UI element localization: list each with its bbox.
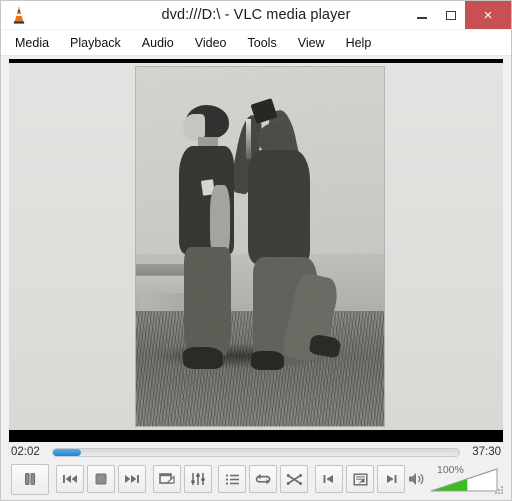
video-container xyxy=(1,56,511,442)
photo-pour-stream xyxy=(246,119,252,159)
menu-item-audio[interactable]: Audio xyxy=(142,34,185,52)
video-photograph xyxy=(136,67,384,426)
volume-percent-label: 100% xyxy=(437,464,464,476)
photo-soldier-right-torso xyxy=(247,149,310,265)
next-icon xyxy=(124,473,140,485)
volume-control[interactable]: 100% xyxy=(408,464,503,494)
next-button[interactable] xyxy=(117,465,146,493)
seek-progress-fill xyxy=(53,448,82,456)
menu-item-media[interactable]: Media xyxy=(15,34,60,52)
menu-navigation-button[interactable] xyxy=(346,465,374,493)
random-button[interactable] xyxy=(280,465,309,493)
total-time: 37:30 xyxy=(472,446,501,458)
stop-button[interactable] xyxy=(86,465,115,493)
fullscreen-icon xyxy=(158,472,175,486)
video-surface[interactable] xyxy=(9,59,503,442)
menu-item-tools[interactable]: Tools xyxy=(248,34,288,52)
seek-row: 02:02 37:30 xyxy=(7,442,505,462)
previous-button[interactable] xyxy=(55,465,84,493)
frame-forward-button[interactable] xyxy=(377,465,405,493)
menu-item-video[interactable]: Video xyxy=(195,34,238,52)
vlc-cone-icon xyxy=(8,4,30,26)
menu-bar: Media Playback Audio Video Tools View He… xyxy=(1,30,511,56)
minimize-button[interactable] xyxy=(407,1,436,29)
play-pause-button[interactable] xyxy=(11,463,49,495)
volume-slider[interactable]: 100% xyxy=(431,464,499,492)
transport-row: 100% xyxy=(7,462,505,496)
title-bar: dvd:///D:\ - VLC media player × xyxy=(1,1,511,30)
loop-icon xyxy=(255,473,272,486)
minimize-icon xyxy=(416,17,427,19)
dvd-menu-icon xyxy=(352,472,368,486)
pause-icon xyxy=(22,471,38,487)
seek-slider[interactable] xyxy=(52,447,460,457)
photo-soldier-right-boot-front xyxy=(251,350,284,371)
extended-settings-button[interactable] xyxy=(183,465,212,493)
photo-soldier-left-legs xyxy=(184,246,232,358)
speaker-icon[interactable] xyxy=(408,471,427,487)
maximize-button[interactable] xyxy=(436,1,465,29)
shuffle-icon xyxy=(286,473,303,486)
vlc-window: dvd:///D:\ - VLC media player × Media Pl… xyxy=(0,0,512,501)
previous-icon xyxy=(62,473,78,485)
photo-soldier-left-boots xyxy=(183,347,223,369)
close-button[interactable]: × xyxy=(465,1,511,29)
close-icon: × xyxy=(483,6,493,24)
resize-grip-icon[interactable] xyxy=(494,485,503,494)
window-controls: × xyxy=(407,1,511,29)
playlist-icon xyxy=(225,473,240,486)
menu-item-help[interactable]: Help xyxy=(346,34,383,52)
control-bar: 02:02 37:30 100% xyxy=(1,442,511,500)
playlist-button[interactable] xyxy=(218,465,247,493)
equalizer-icon xyxy=(190,472,206,486)
loop-button[interactable] xyxy=(249,465,278,493)
step-back-icon xyxy=(322,473,336,485)
menu-item-view[interactable]: View xyxy=(298,34,336,52)
fullscreen-button[interactable] xyxy=(152,465,181,493)
frame-back-button[interactable] xyxy=(315,465,343,493)
menu-item-playback[interactable]: Playback xyxy=(70,34,132,52)
stop-icon xyxy=(94,472,108,486)
step-forward-icon xyxy=(384,473,398,485)
maximize-icon xyxy=(445,10,456,20)
elapsed-time: 02:02 xyxy=(11,446,40,458)
